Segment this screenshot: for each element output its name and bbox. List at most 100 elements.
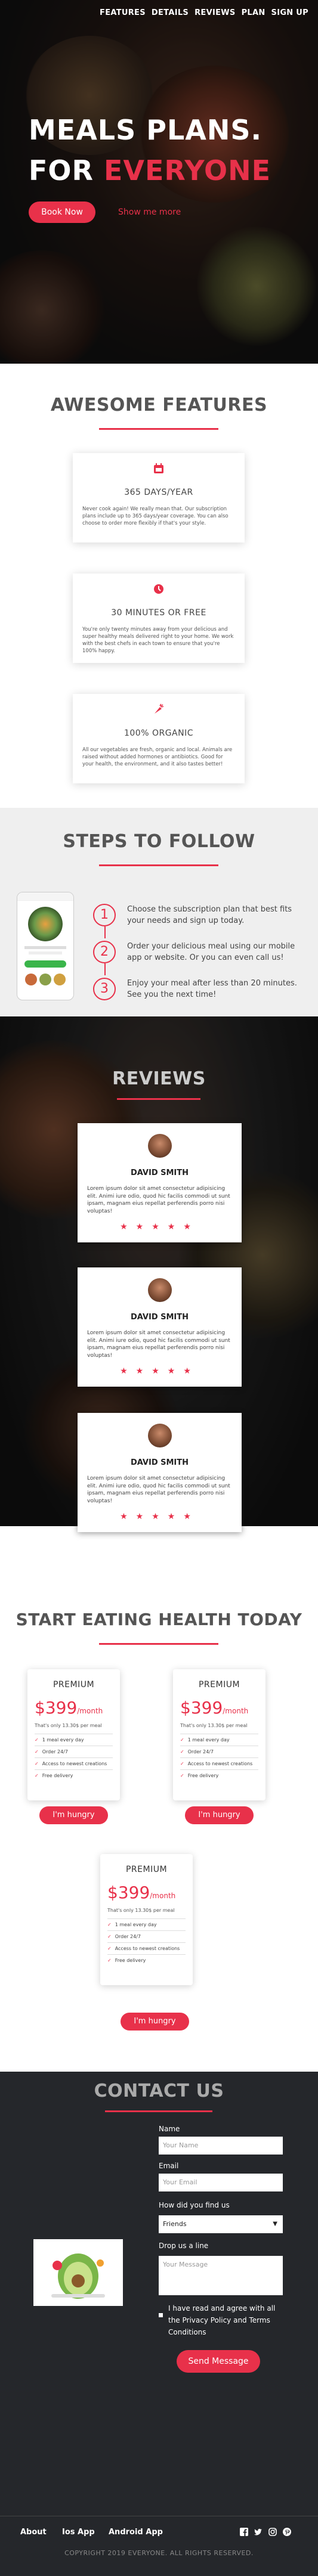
hero-title-accent: EVERYONE xyxy=(103,154,271,187)
review-text: Lorem ipsum dolor sit amet consectetur a… xyxy=(87,1186,230,1214)
review-text: Lorem ipsum dolor sit amet consectetur a… xyxy=(87,1475,230,1504)
feature-title: 365 DAYS/YEAR xyxy=(124,488,193,497)
app-order-button xyxy=(24,960,66,968)
nav-plan[interactable]: PLAN xyxy=(242,8,265,17)
im-hungry-button[interactable]: I'm hungry xyxy=(39,1806,108,1824)
star-rating: ★★★★★ xyxy=(120,1222,199,1232)
nav-features[interactable]: FEATURES xyxy=(100,8,146,17)
plan-feature: Free delivery xyxy=(35,1769,113,1781)
footer-link-android-app[interactable]: Android App xyxy=(109,2528,163,2537)
feature-card: 100% ORGANIC All our vegetables are fres… xyxy=(73,694,245,783)
step-text: Choose the subscription plan that best f… xyxy=(127,905,292,925)
app-screenshot xyxy=(17,892,74,1000)
hero-title: MEALS PLANS. FOR EVERYONE xyxy=(29,110,271,191)
plan-features: 1 meal every day Order 24/7 Access to ne… xyxy=(180,1734,258,1781)
plan-feature: Order 24/7 xyxy=(107,1930,186,1942)
im-hungry-button[interactable]: I'm hungry xyxy=(185,1806,254,1824)
features-divider xyxy=(99,428,218,430)
plan-feature: Access to newest creations xyxy=(35,1757,113,1769)
facebook-icon[interactable] xyxy=(240,2528,248,2538)
email-input[interactable]: Your Email xyxy=(159,2174,283,2191)
price-period: /month xyxy=(223,1707,249,1715)
plan-feature: Access to newest creations xyxy=(180,1757,258,1769)
pricing-card: PREMIUM $399/month That's only 13.30$ pe… xyxy=(173,1669,265,1800)
pricing-title: START EATING HEALTH TODAY xyxy=(16,1610,302,1629)
plan-price: $399/month xyxy=(35,1698,103,1718)
plan-note: That's only 13.30$ per meal xyxy=(180,1723,248,1728)
nav-details[interactable]: DETAILS xyxy=(152,8,189,17)
plan-feature: Free delivery xyxy=(107,1954,186,1966)
hero-title-line2: FOR EVERYONE xyxy=(29,150,271,191)
chevron-down-icon: ▼ xyxy=(273,2221,277,2227)
nav-sign-up[interactable]: SIGN UP xyxy=(271,8,308,17)
plan-feature: Order 24/7 xyxy=(35,1746,113,1757)
app-thumb xyxy=(54,974,66,985)
plan-note: That's only 13.30$ per meal xyxy=(107,1908,175,1913)
find-us-select[interactable]: Friends ▼ xyxy=(159,2215,283,2233)
plan-note: That's only 13.30$ per meal xyxy=(35,1723,102,1728)
contact-divider xyxy=(105,2110,212,2112)
step-number: 3 xyxy=(93,978,116,1000)
plan-name: PREMIUM xyxy=(198,1680,240,1690)
find-us-label: How did you find us xyxy=(159,2201,230,2209)
reviewer-name: DAVID SMITH xyxy=(130,1313,189,1322)
app-thumb xyxy=(25,974,37,985)
show-more-link[interactable]: Show me more xyxy=(118,202,181,223)
calendar-icon xyxy=(153,463,165,475)
footer-link-ios-app[interactable]: Ios App xyxy=(62,2528,95,2537)
app-text-line xyxy=(24,946,66,949)
app-thumbnails xyxy=(17,974,73,985)
plan-feature: 1 meal every day xyxy=(35,1734,113,1746)
agree-checkbox[interactable] xyxy=(159,2313,163,2317)
footer-link-about[interactable]: About xyxy=(20,2528,47,2537)
plan-feature: 1 meal every day xyxy=(180,1734,258,1746)
step-connector xyxy=(104,926,106,938)
reviewer-name: DAVID SMITH xyxy=(130,1168,189,1177)
hero-title-line1: MEALS PLANS. xyxy=(29,114,262,146)
plan-feature: Access to newest creations xyxy=(107,1942,186,1954)
email-label: Email xyxy=(159,2162,179,2170)
find-us-selected: Friends xyxy=(163,2220,187,2228)
price-period: /month xyxy=(150,1892,176,1900)
price-amount: $399 xyxy=(180,1698,223,1718)
app-status-bar xyxy=(17,892,73,901)
pricing-divider xyxy=(99,1643,218,1645)
clock-icon xyxy=(153,583,165,595)
step-connector xyxy=(104,963,106,975)
reviews-title: REVIEWS xyxy=(112,1068,206,1089)
nav-reviews[interactable]: REVIEWS xyxy=(194,8,235,17)
hero-section: FEATURES DETAILS REVIEWS PLAN SIGN UP ME… xyxy=(0,0,318,364)
features-title: AWESOME FEATURES xyxy=(50,395,268,416)
plan-feature: 1 meal every day xyxy=(107,1918,186,1930)
steps-title: STEPS TO FOLLOW xyxy=(63,831,255,852)
plan-name: PREMIUM xyxy=(53,1680,95,1690)
send-message-button[interactable]: Send Message xyxy=(177,2350,260,2373)
feature-text: All our vegetables are fresh, organic an… xyxy=(82,747,233,767)
book-now-button[interactable]: Book Now xyxy=(29,202,95,223)
app-food-image xyxy=(28,907,63,941)
instagram-icon[interactable] xyxy=(268,2528,277,2538)
app-text-line xyxy=(29,951,62,954)
feature-title: 30 MINUTES OR FREE xyxy=(111,608,206,618)
main-nav: FEATURES DETAILS REVIEWS PLAN SIGN UP xyxy=(100,8,308,17)
star-rating: ★★★★★ xyxy=(120,1366,199,1376)
feature-text: You're only twenty minutes away from you… xyxy=(82,627,234,654)
avatar xyxy=(148,1424,172,1447)
feature-text: Never cook again! We really mean that. O… xyxy=(82,506,229,526)
feature-card: 30 MINUTES OR FREE You're only twenty mi… xyxy=(73,574,245,663)
im-hungry-button[interactable]: I'm hungry xyxy=(121,2013,189,2031)
plan-name: PREMIUM xyxy=(125,1865,168,1874)
pinterest-icon[interactable] xyxy=(283,2528,291,2538)
hero-title-prefix: FOR xyxy=(29,154,104,187)
step-number: 1 xyxy=(93,904,116,926)
copyright-text: COPYRIGHT 2019 EVERYONE. ALL RIGHTS RESE… xyxy=(64,2549,254,2557)
contact-illustration xyxy=(33,2239,123,2306)
agree-text: I have read and agree with all the Priva… xyxy=(168,2304,276,2336)
reviews-divider xyxy=(117,1098,200,1100)
carrot-icon xyxy=(153,703,165,715)
twitter-icon[interactable] xyxy=(254,2528,263,2538)
review-card: DAVID SMITH Lorem ipsum dolor sit amet c… xyxy=(78,1267,242,1387)
name-input[interactable]: Your Name xyxy=(159,2137,283,2155)
message-textarea[interactable]: Your Message xyxy=(159,2256,283,2295)
plan-feature: Free delivery xyxy=(180,1769,258,1781)
